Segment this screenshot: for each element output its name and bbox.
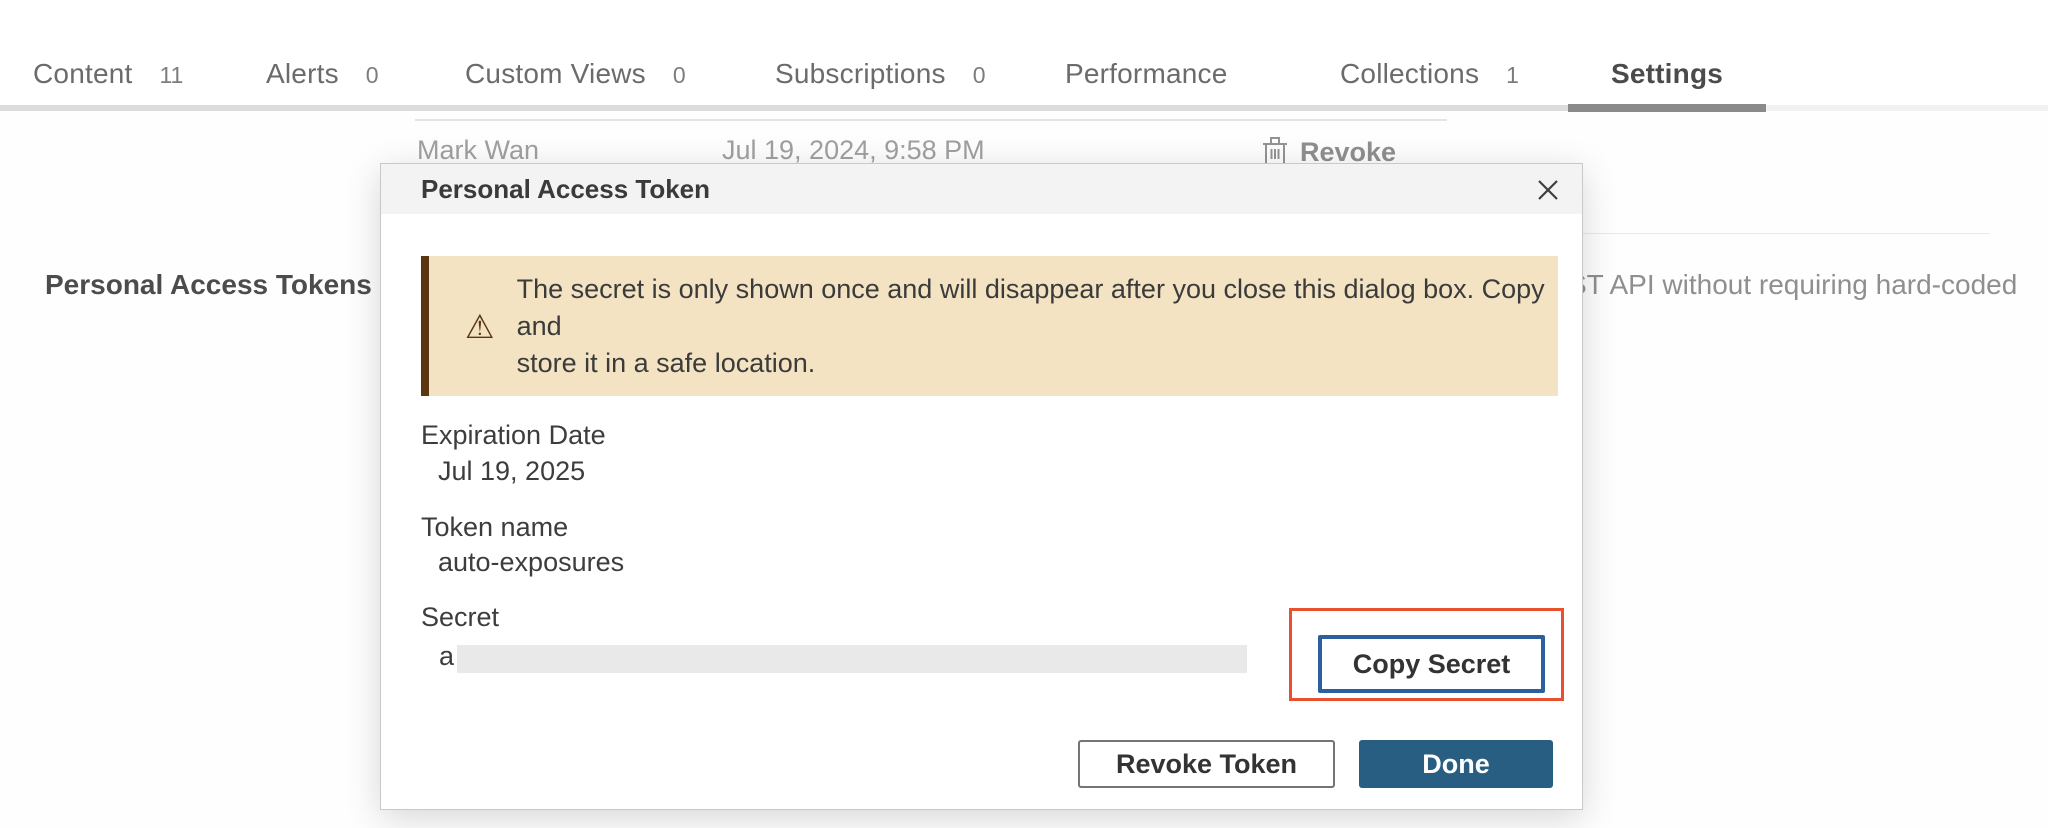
tab-label: Performance <box>1065 58 1228 90</box>
tab-count: 0 <box>366 62 379 89</box>
tab-label: Custom Views <box>465 58 646 90</box>
tab-custom-views[interactable]: Custom Views 0 <box>465 58 686 104</box>
warning-message: The secret is only shown once and will d… <box>517 271 1558 382</box>
settings-page: Content 11 Alerts 0 Custom Views 0 Subsc… <box>0 0 2048 828</box>
section-label: Personal Access Tokens <box>45 269 372 301</box>
tab-count: 11 <box>159 62 183 89</box>
token-name-value: auto-exposures <box>438 547 624 578</box>
warning-icon: ⚠ <box>465 310 495 343</box>
tab-count: 0 <box>673 62 686 89</box>
warning-message-line2: store it in a safe location. <box>517 345 1558 382</box>
personal-access-token-dialog: Personal Access Token ⚠ The secret is on… <box>380 163 1583 810</box>
tab-settings[interactable]: Settings <box>1568 58 1766 104</box>
active-tab-underline <box>1568 104 1766 112</box>
tab-label: Settings <box>1611 58 1723 90</box>
tab-label: Collections <box>1340 58 1479 90</box>
token-name-label: Token name <box>421 512 568 543</box>
tab-label: Content <box>33 58 132 90</box>
tab-bar: Content 11 Alerts 0 Custom Views 0 Subsc… <box>0 0 2048 111</box>
tab-label: Alerts <box>266 58 339 90</box>
close-icon[interactable] <box>1532 174 1564 206</box>
token-row-creator: Mark Wan <box>417 135 539 166</box>
tab-label: Subscriptions <box>775 58 946 90</box>
trash-icon[interactable] <box>1262 136 1288 166</box>
expiration-date-value: Jul 19, 2025 <box>438 456 585 487</box>
tab-count: 0 <box>973 62 986 89</box>
revoke-token-button[interactable]: Revoke Token <box>1078 740 1335 788</box>
token-table-header-divider <box>415 119 1447 121</box>
tab-count: 1 <box>1506 62 1519 89</box>
warning-banner: ⚠ The secret is only shown once and will… <box>421 256 1558 396</box>
secret-masked-bar <box>457 645 1247 673</box>
tab-subscriptions[interactable]: Subscriptions 0 <box>775 58 985 104</box>
tab-collections[interactable]: Collections 1 <box>1340 58 1519 104</box>
done-button[interactable]: Done <box>1359 740 1553 788</box>
token-row-date: Jul 19, 2024, 9:58 PM <box>722 135 985 166</box>
copy-secret-button[interactable]: Copy Secret <box>1318 635 1545 693</box>
warning-message-line1: The secret is only shown once and will d… <box>517 271 1558 345</box>
secret-label: Secret <box>421 602 499 633</box>
section-divider <box>1570 233 1990 234</box>
expiration-date-label: Expiration Date <box>421 420 606 451</box>
secret-value-start: a <box>439 641 454 672</box>
section-description: ST API without requiring hard-coded <box>1568 269 2017 301</box>
tab-content[interactable]: Content 11 <box>33 58 183 104</box>
tab-alerts[interactable]: Alerts 0 <box>266 58 379 104</box>
dialog-title: Personal Access Token <box>421 164 710 214</box>
tab-performance[interactable]: Performance <box>1065 58 1228 104</box>
